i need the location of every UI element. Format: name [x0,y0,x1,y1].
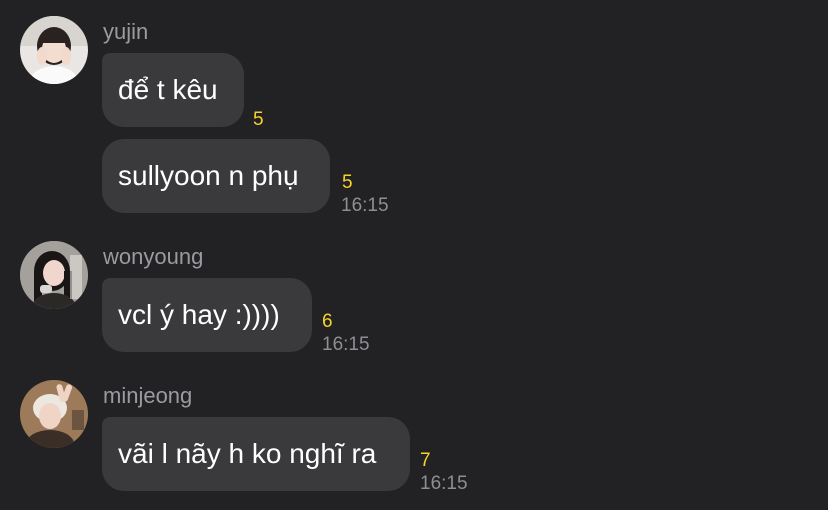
message-bubble[interactable]: để t kêu [102,53,244,127]
chat-message-list: yujin để t kêu 5 sullyoon n phụ 5 16:15 … [0,0,828,510]
avatar[interactable] [20,241,88,309]
message-timestamp: 16:15 [420,473,468,494]
profile-photo-yujin-icon [20,16,88,84]
unread-count: 7 [420,450,431,471]
sender-name: yujin [103,19,149,44]
message-bubble[interactable]: sullyoon n phụ [102,139,330,213]
avatar[interactable] [20,16,88,84]
unread-count: 6 [322,311,333,332]
unread-count: 5 [342,172,353,193]
profile-photo-wonyoung-icon [20,241,88,309]
message-timestamp: 16:15 [341,195,389,216]
message-bubble[interactable]: vãi l nãy h ko nghĩ ra [102,417,410,491]
sender-name: minjeong [103,383,193,408]
avatar[interactable] [20,380,88,448]
message-bubble[interactable]: vcl ý hay :)))) [102,278,312,352]
sender-name: wonyoung [103,244,204,269]
unread-count: 5 [253,109,264,130]
profile-photo-minjeong-icon [20,380,88,448]
message-timestamp: 16:15 [322,334,370,355]
